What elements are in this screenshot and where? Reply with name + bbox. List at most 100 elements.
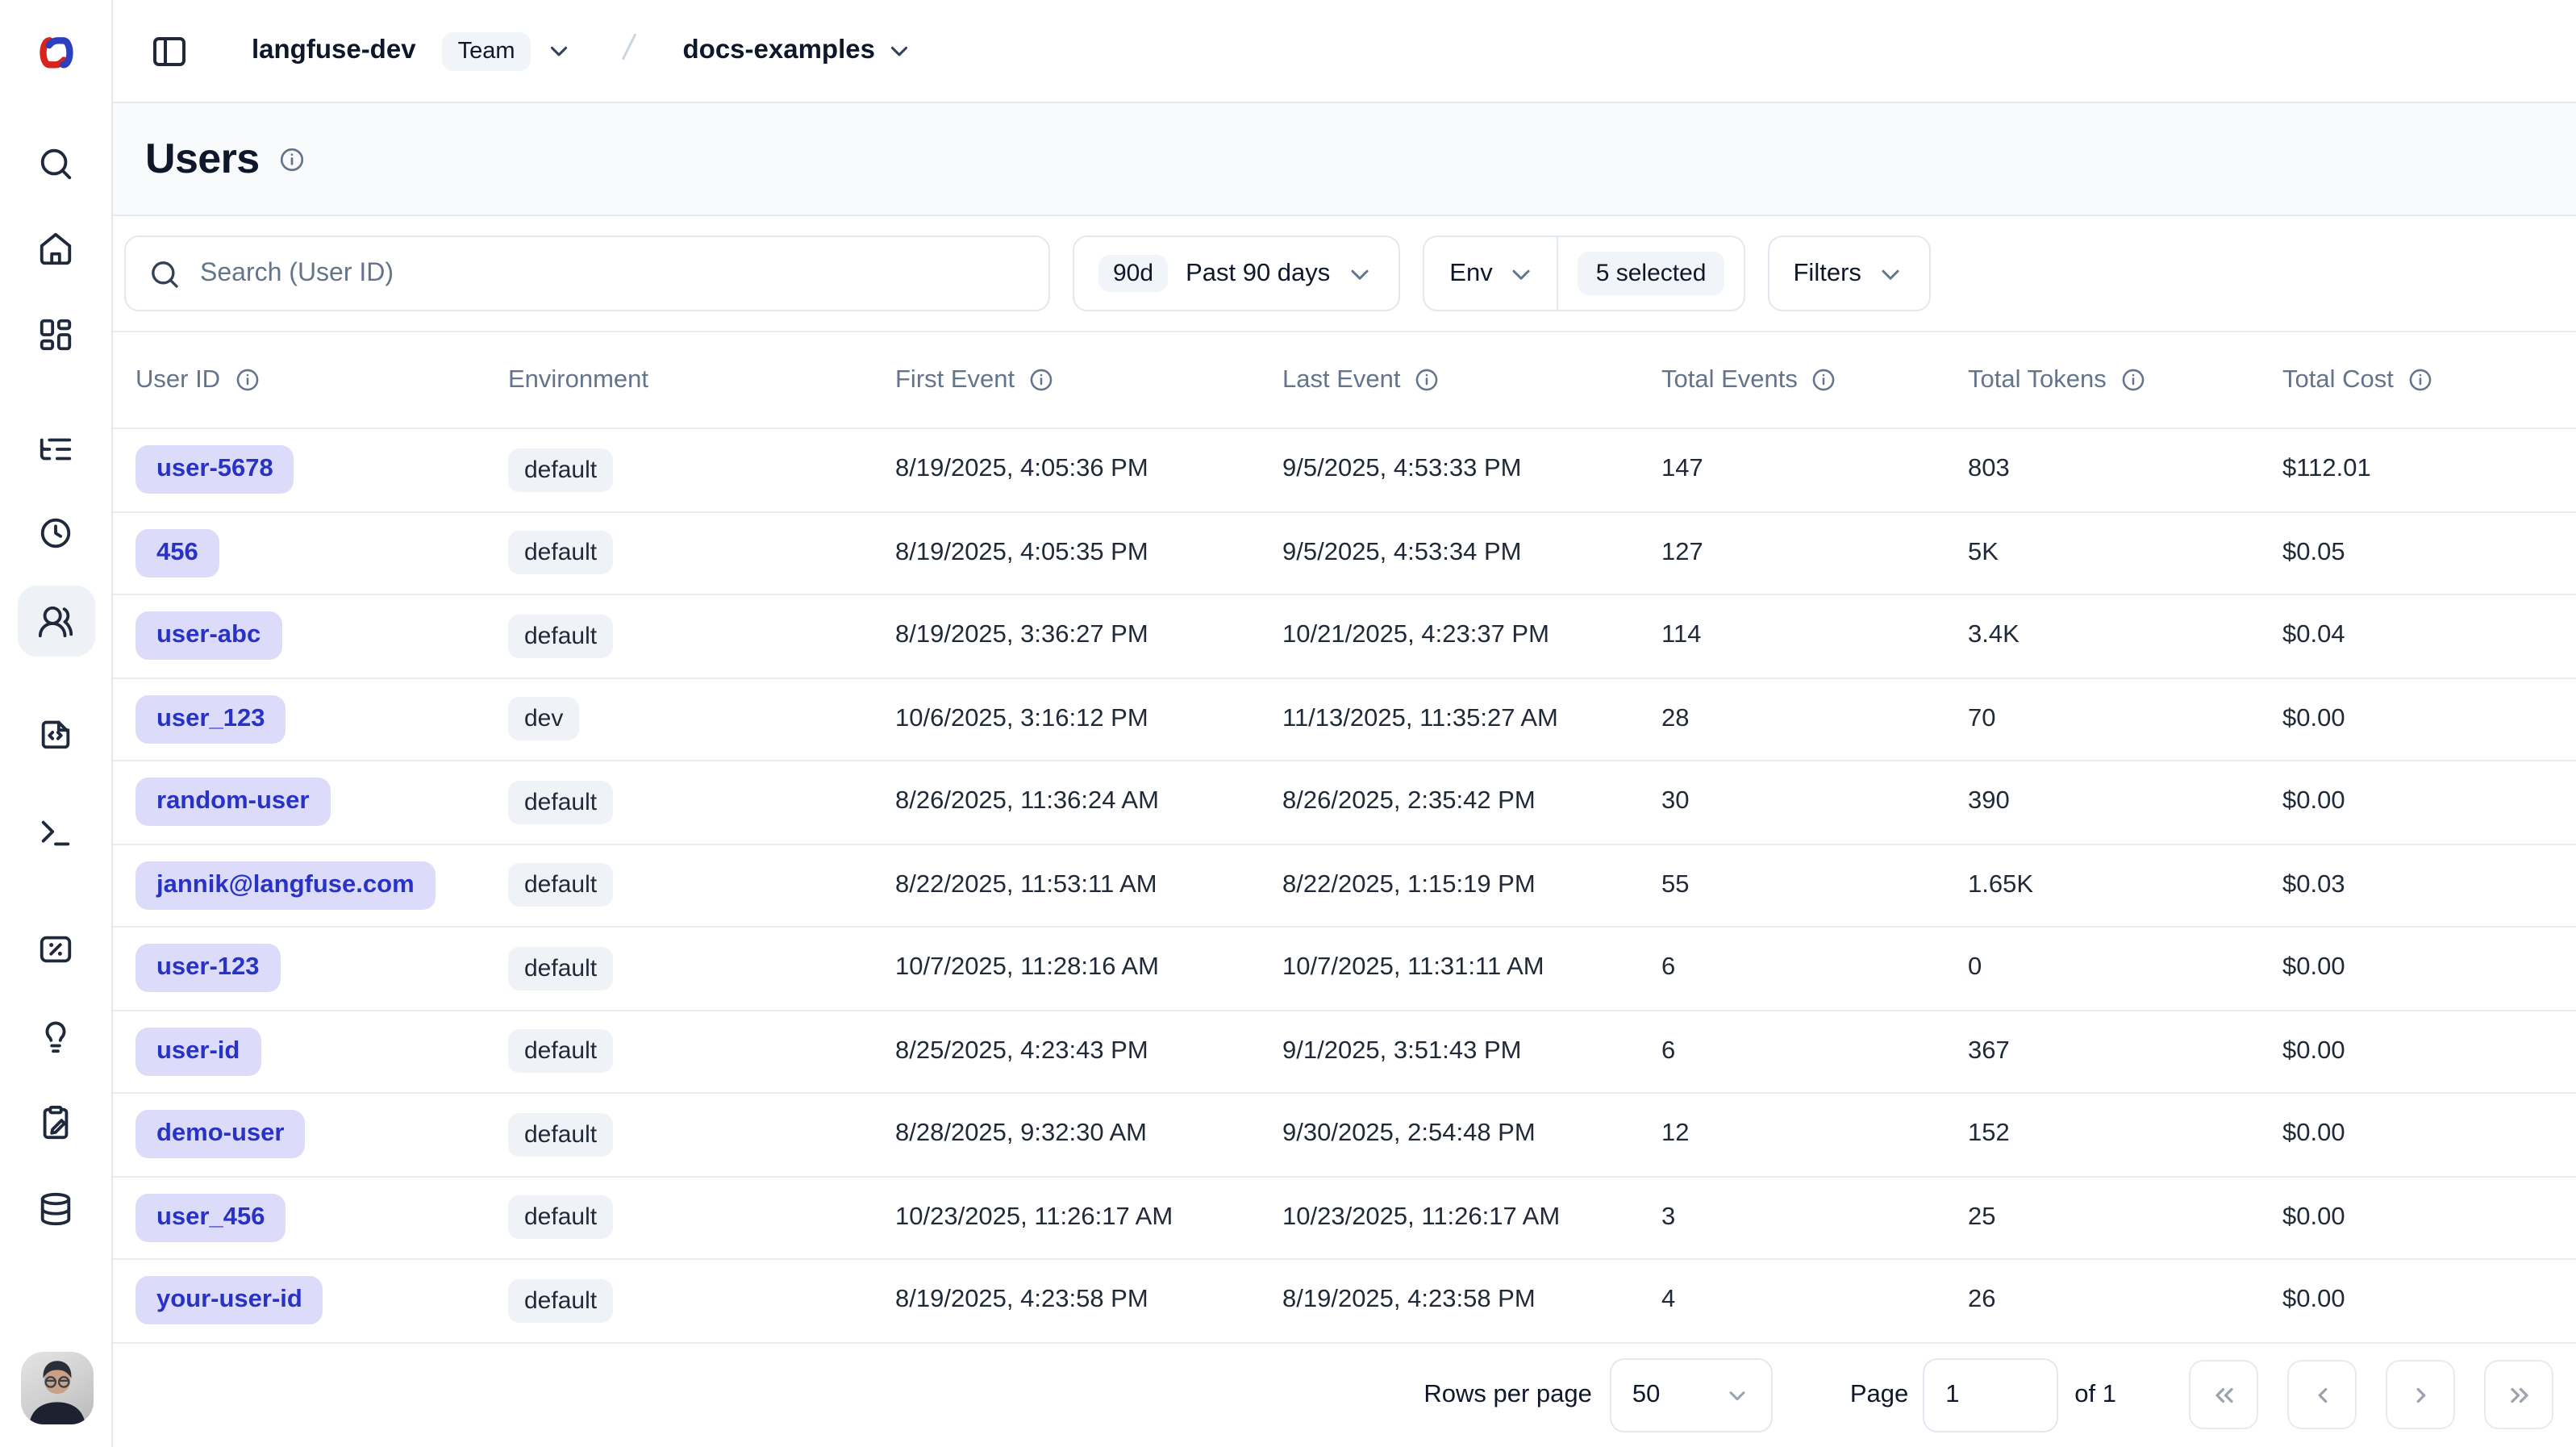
dashboards-icon[interactable] bbox=[33, 311, 78, 357]
info-icon[interactable] bbox=[1027, 366, 1055, 394]
annotation-clipboard-pen-icon[interactable] bbox=[33, 1099, 78, 1144]
info-icon[interactable] bbox=[1414, 366, 1441, 394]
info-icon[interactable] bbox=[233, 366, 261, 394]
org-chevron-down-icon[interactable] bbox=[546, 37, 573, 65]
table-row[interactable]: user-5678 default 8/19/2025, 4:05:36 PM … bbox=[113, 429, 2576, 512]
column-header-total-events[interactable]: Total Events bbox=[1661, 365, 1968, 394]
table-row[interactable]: 456 default 8/19/2025, 4:05:35 PM 9/5/20… bbox=[113, 512, 2576, 595]
column-header-total-cost[interactable]: Total Cost bbox=[2282, 365, 2576, 394]
total-tokens-cell: 390 bbox=[1968, 788, 2282, 817]
total-events-cell: 55 bbox=[1661, 871, 1968, 900]
table-row[interactable]: your-user-id default 8/19/2025, 4:23:58 … bbox=[113, 1260, 2576, 1343]
environment-badge: default bbox=[508, 1279, 613, 1323]
next-page-button[interactable] bbox=[2386, 1361, 2455, 1430]
column-header-total-tokens[interactable]: Total Tokens bbox=[1968, 365, 2282, 394]
scores-icon[interactable] bbox=[33, 926, 78, 971]
total-events-cell: 147 bbox=[1661, 456, 1968, 485]
user-id-badge[interactable]: user-5678 bbox=[135, 446, 294, 494]
user-id-badge[interactable]: your-user-id bbox=[135, 1277, 323, 1325]
env-divider bbox=[1557, 237, 1559, 310]
table-row[interactable]: user_123 dev 10/6/2025, 3:16:12 PM 11/13… bbox=[113, 678, 2576, 761]
table-row[interactable]: demo-user default 8/28/2025, 9:32:30 AM … bbox=[113, 1094, 2576, 1177]
user-id-badge[interactable]: user-abc bbox=[135, 612, 281, 661]
total-tokens-cell: 5K bbox=[1968, 539, 2282, 568]
search-icon[interactable] bbox=[33, 140, 78, 186]
table-row[interactable]: user_456 default 10/23/2025, 11:26:17 AM… bbox=[113, 1177, 2576, 1260]
tracing-icon[interactable] bbox=[33, 426, 78, 471]
filters-button[interactable]: Filters bbox=[1768, 236, 1931, 311]
table-row[interactable]: user-abc default 8/19/2025, 3:36:27 PM 1… bbox=[113, 595, 2576, 678]
total-cost-cell: $0.05 bbox=[2282, 539, 2576, 568]
last-event-cell: 10/21/2025, 4:23:37 PM bbox=[1282, 622, 1661, 651]
first-event-cell: 10/6/2025, 3:16:12 PM bbox=[895, 705, 1282, 734]
user-id-badge[interactable]: 456 bbox=[135, 529, 219, 578]
user-id-badge[interactable]: user-123 bbox=[135, 945, 281, 993]
table-row[interactable]: random-user default 8/26/2025, 11:36:24 … bbox=[113, 761, 2576, 844]
date-range-badge: 90d bbox=[1098, 255, 1168, 292]
rows-per-page-select[interactable]: 50 bbox=[1610, 1358, 1773, 1432]
last-event-cell: 9/5/2025, 4:53:33 PM bbox=[1282, 456, 1661, 485]
info-icon[interactable] bbox=[2120, 366, 2147, 394]
sessions-icon[interactable] bbox=[33, 510, 78, 555]
user-avatar[interactable] bbox=[21, 1352, 94, 1424]
pagination-bar: Rows per page 50 Page of 1 bbox=[113, 1343, 2576, 1447]
table-body: user-5678 default 8/19/2025, 4:05:36 PM … bbox=[113, 429, 2576, 1343]
rows-per-page-label: Rows per page bbox=[1423, 1381, 1592, 1410]
user-id-badge[interactable]: user_456 bbox=[135, 1194, 286, 1242]
first-event-cell: 10/23/2025, 11:26:17 AM bbox=[895, 1203, 1282, 1232]
users-icon[interactable] bbox=[33, 598, 78, 644]
breadcrumb-project[interactable]: docs-examples bbox=[683, 35, 875, 66]
date-range-button[interactable]: 90d Past 90 days bbox=[1073, 236, 1399, 311]
user-id-badge[interactable]: demo-user bbox=[135, 1111, 306, 1159]
playground-icon[interactable] bbox=[33, 810, 78, 855]
environment-badge: default bbox=[508, 1030, 613, 1074]
environment-badge: default bbox=[508, 532, 613, 575]
search-icon bbox=[148, 257, 181, 290]
environment-filter[interactable]: Env 5 selected bbox=[1422, 236, 1744, 311]
page-title-info-icon[interactable] bbox=[277, 144, 306, 173]
table-row[interactable]: user-id default 8/25/2025, 4:23:43 PM 9/… bbox=[113, 1011, 2576, 1094]
column-header-last-event[interactable]: Last Event bbox=[1282, 365, 1661, 394]
filters-label: Filters bbox=[1794, 259, 1861, 288]
sidebar-toggle-icon[interactable] bbox=[147, 28, 192, 73]
breadcrumb-org[interactable]: langfuse-dev bbox=[252, 35, 416, 66]
last-event-cell: 8/19/2025, 4:23:58 PM bbox=[1282, 1286, 1661, 1316]
prompts-icon[interactable] bbox=[33, 710, 78, 755]
column-header-first-event[interactable]: First Event bbox=[895, 365, 1282, 394]
top-bar: langfuse-dev Team docs-examples bbox=[113, 0, 2576, 103]
chevron-left-icon bbox=[2307, 1381, 2336, 1410]
table-row[interactable]: jannik@langfuse.com default 8/22/2025, 1… bbox=[113, 844, 2576, 928]
page-number-input[interactable] bbox=[1923, 1358, 2058, 1432]
sidebar bbox=[0, 0, 113, 1447]
project-chevron-down-icon[interactable] bbox=[886, 37, 914, 65]
home-icon[interactable] bbox=[33, 226, 78, 271]
last-page-button[interactable] bbox=[2484, 1361, 2553, 1430]
evals-lightbulb-icon[interactable] bbox=[33, 1013, 78, 1058]
datasets-database-icon[interactable] bbox=[33, 1186, 78, 1231]
user-id-badge[interactable]: jannik@langfuse.com bbox=[135, 861, 436, 910]
info-icon[interactable] bbox=[1811, 366, 1838, 394]
column-header-user-id[interactable]: User ID bbox=[135, 365, 508, 394]
chevrons-right-icon bbox=[2504, 1381, 2533, 1410]
table-row[interactable]: user-123 default 10/7/2025, 11:28:16 AM … bbox=[113, 928, 2576, 1011]
page-title: Users bbox=[145, 134, 260, 184]
column-header-environment[interactable]: Environment bbox=[508, 365, 895, 394]
info-icon[interactable] bbox=[2407, 366, 2434, 394]
user-id-badge[interactable]: user_123 bbox=[135, 695, 286, 744]
toolbar: 90d Past 90 days Env 5 selected Filters bbox=[124, 236, 2553, 311]
environment-badge: default bbox=[508, 864, 613, 907]
environment-badge: default bbox=[508, 781, 613, 824]
total-events-cell: 114 bbox=[1661, 622, 1968, 651]
select-chevron-down-icon bbox=[1724, 1382, 1750, 1408]
search-input[interactable] bbox=[200, 259, 1026, 288]
user-id-badge[interactable]: random-user bbox=[135, 778, 331, 827]
first-event-cell: 8/19/2025, 3:36:27 PM bbox=[895, 622, 1282, 651]
langfuse-logo-icon[interactable] bbox=[31, 34, 80, 73]
environment-badge: dev bbox=[508, 698, 579, 741]
first-page-button[interactable] bbox=[2189, 1361, 2258, 1430]
previous-page-button[interactable] bbox=[2287, 1361, 2357, 1430]
user-id-badge[interactable]: user-id bbox=[135, 1028, 261, 1076]
total-tokens-cell: 70 bbox=[1968, 705, 2282, 734]
total-cost-cell: $0.04 bbox=[2282, 622, 2576, 651]
env-label: Env bbox=[1449, 259, 1492, 288]
